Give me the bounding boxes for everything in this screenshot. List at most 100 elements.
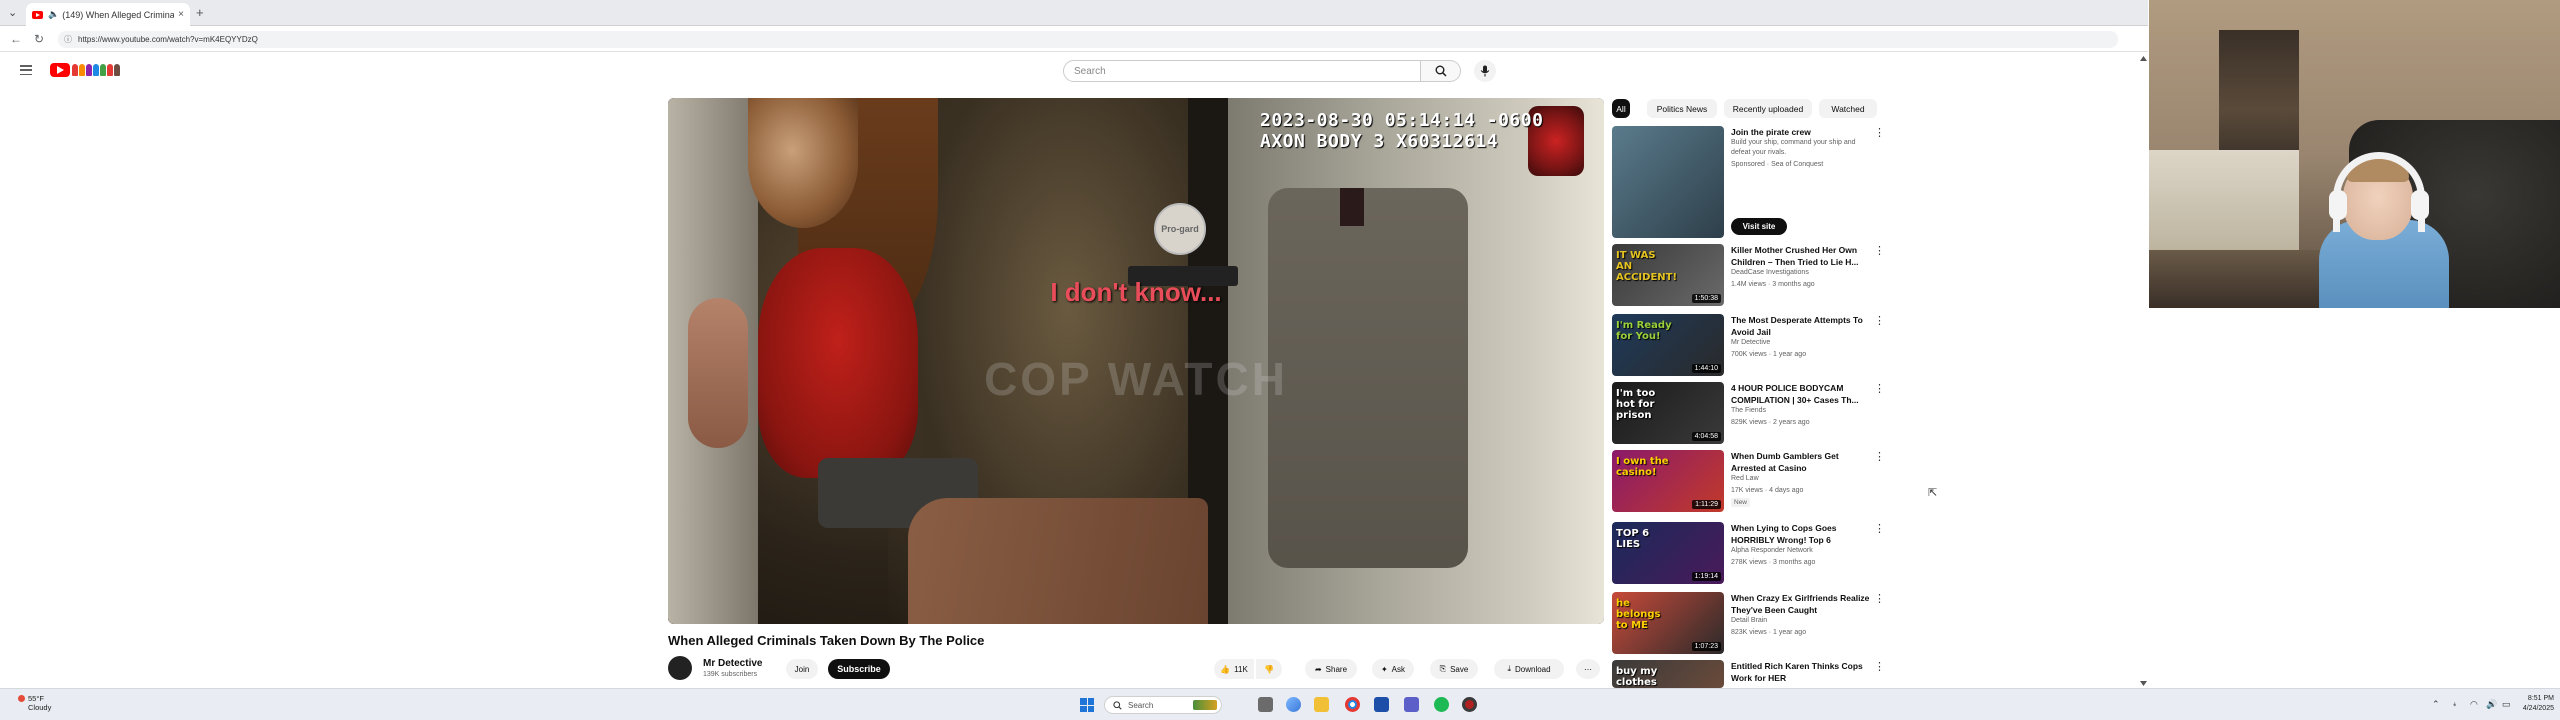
recommendation-title[interactable]: When Lying to Cops Goes HORRIBLY Wrong! … [1731,522,1871,546]
video-thumbnail[interactable] [1612,126,1724,238]
recommendation-item[interactable]: he belongs to ME 1:07:23 When Crazy Ex Gir… [1612,592,1885,654]
share-button[interactable]: ➦ Share [1305,659,1357,679]
reload-icon[interactable]: ↻ [34,32,44,46]
ask-label: Ask [1391,664,1406,674]
more-vertical-icon[interactable]: ⋮ [1874,592,1885,605]
copilot-icon[interactable] [1286,697,1301,712]
more-vertical-icon[interactable]: ⋮ [1874,382,1885,395]
search-input[interactable]: Search [1063,60,1421,82]
recommendation-title[interactable]: Join the pirate crew [1731,126,1871,138]
youtube-doodle-logo[interactable] [72,64,120,76]
ask-button[interactable]: ✦ Ask [1372,659,1414,679]
recommendation-title[interactable]: Killer Mother Crushed Her Own Children –… [1731,244,1871,268]
weather-temp: 55°F [28,694,44,703]
speaker-icon[interactable]: 🔈 [48,9,59,20]
more-vertical-icon[interactable]: ⋮ [1874,522,1885,535]
more-vertical-icon[interactable]: ⋮ [1874,244,1885,257]
channel-label[interactable]: Mr Detective [1731,338,1881,348]
channel-label[interactable]: Detail Brain [1731,616,1881,626]
subscribe-button[interactable]: Subscribe [828,659,890,679]
video-thumbnail[interactable]: I'm too hot for prison 4:04:58 [1612,382,1724,444]
recommendation-item[interactable]: I'm Ready for You! 1:44:10 The Most Desper… [1612,314,1885,376]
windows-start-icon[interactable] [1080,698,1094,712]
chip-all[interactable]: All [1612,99,1630,118]
video-duration: 1:07:23 [1691,642,1721,651]
subscriber-count: 139K subscribers [703,671,758,678]
recommendation-item[interactable]: I own the casino! 1:11:29 When Dumb Gamble… [1612,450,1885,512]
download-button[interactable]: ⤓ Download [1494,659,1564,679]
recommendation-item[interactable]: Join the pirate crew Build your ship, com… [1612,126,1885,238]
menu-icon[interactable] [20,65,32,75]
channel-label[interactable]: Red Law [1731,474,1881,484]
search-button[interactable] [1421,60,1461,82]
dislike-button[interactable]: 👎 [1256,659,1282,679]
channel-name[interactable]: Mr Detective [703,658,762,669]
views-and-age: 823K views · 1 year ago [1731,629,1807,636]
channel-label[interactable]: Sponsored · Sea of Conquest [1731,160,1881,170]
chip-politics-news[interactable]: Politics News [1647,99,1717,118]
page-scrollbar[interactable] [2139,56,2148,686]
more-vertical-icon[interactable]: ⋮ [1874,660,1885,673]
video-thumbnail[interactable]: he belongs to ME 1:07:23 [1612,592,1724,654]
video-player[interactable]: Pro-gard 2023-08-30 05:14:14 -0600 AXON … [668,98,1604,624]
voice-search-button[interactable] [1474,60,1496,82]
clock[interactable]: 8:51 PM 4/24/2025 [2518,694,2554,714]
spotify-icon[interactable] [1434,697,1449,712]
like-button[interactable]: 👍 11K [1214,659,1254,679]
youtube-logo-icon[interactable] [50,63,70,77]
recommendation-item[interactable]: buy my clothes Entitled Rich Karen Thinks… [1612,660,1885,688]
chip-watched[interactable]: Watched [1819,99,1877,118]
more-vertical-icon[interactable]: ⋮ [1874,450,1885,463]
url-field[interactable]: ⓘ https://www.youtube.com/watch?v=mK4EQY… [58,31,2118,48]
video-thumbnail[interactable]: IT WAS AN ACCIDENT! 1:50:38 [1612,244,1724,306]
video-duration: 1:44:10 [1691,364,1721,373]
more-actions-button[interactable]: ⋯ [1576,659,1600,679]
battery-icon[interactable]: ▭ [2502,699,2511,710]
channel-label[interactable]: DeadCase Investigations [1731,268,1881,278]
app-icon[interactable] [1462,697,1477,712]
usb-icon[interactable]: ⍖ [2452,699,2457,710]
teams-icon[interactable] [1404,697,1419,712]
recommendation-title[interactable]: When Crazy Ex Girlfriends Realize They'v… [1731,592,1871,616]
channel-avatar[interactable] [668,656,692,680]
chip-recently-uploaded[interactable]: Recently uploaded [1724,99,1812,118]
chrome-icon[interactable] [1345,697,1360,712]
back-arrow-icon[interactable]: ← [10,32,22,46]
more-vertical-icon[interactable]: ⋮ [1874,314,1885,327]
video-thumbnail[interactable]: TOP 6 LIES 1:19:14 [1612,522,1724,584]
scroll-up-arrow-icon[interactable] [2140,56,2147,61]
weather-widget[interactable]: 55°F Cloudy [18,694,51,712]
recommendation-title[interactable]: 4 HOUR POLICE BODYCAM COMPILATION | 30+ … [1731,382,1871,406]
task-view-icon[interactable] [1258,697,1273,712]
microphone-icon [1480,65,1490,77]
video-thumbnail[interactable]: I own the casino! 1:11:29 [1612,450,1724,512]
site-info-icon[interactable]: ⓘ [64,34,72,45]
tab-title: (149) When Alleged Criminals [62,9,175,20]
channel-label[interactable]: Alpha Responder Network [1731,546,1881,556]
tab-list-chevron-icon[interactable]: ⌄ [8,6,17,19]
search-icon [1113,700,1122,710]
volume-icon[interactable]: 🔊 [2486,699,2497,710]
store-icon[interactable] [1374,697,1389,712]
visit-site-button[interactable]: Visit site [1731,218,1787,235]
recommendation-item[interactable]: I'm too hot for prison 4:04:58 4 HOUR POLI… [1612,382,1885,444]
scroll-down-arrow-icon[interactable] [2140,681,2147,686]
recommendation-title[interactable]: The Most Desperate Attempts To Avoid Jai… [1731,314,1871,338]
recommendation-title[interactable]: Entitled Rich Karen Thinks Cops Work for… [1731,660,1871,684]
save-button[interactable]: ⎘ Save [1430,659,1478,679]
recommendation-title[interactable]: When Dumb Gamblers Get Arrested at Casin… [1731,450,1871,474]
video-thumbnail[interactable]: buy my clothes [1612,660,1724,688]
wifi-icon[interactable]: ◠ [2470,699,2478,710]
taskbar-search[interactable]: Search [1104,696,1222,714]
close-tab-icon[interactable]: × [178,9,184,20]
tray-chevron-icon[interactable]: ⌃ [2432,699,2440,710]
recommendation-item[interactable]: TOP 6 LIES 1:19:14 When Lying to Cops Goes… [1612,522,1885,584]
browser-tab[interactable]: 🔈 (149) When Alleged Criminals × [26,3,190,26]
new-tab-button[interactable]: + [196,5,204,20]
channel-label[interactable]: The Fiends [1731,406,1881,416]
file-explorer-icon[interactable] [1314,697,1329,712]
recommendation-item[interactable]: IT WAS AN ACCIDENT! 1:50:38 Killer Mother … [1612,244,1885,306]
more-vertical-icon[interactable]: ⋮ [1874,126,1885,139]
join-button[interactable]: Join [786,659,818,679]
video-thumbnail[interactable]: I'm Ready for You! 1:44:10 [1612,314,1724,376]
